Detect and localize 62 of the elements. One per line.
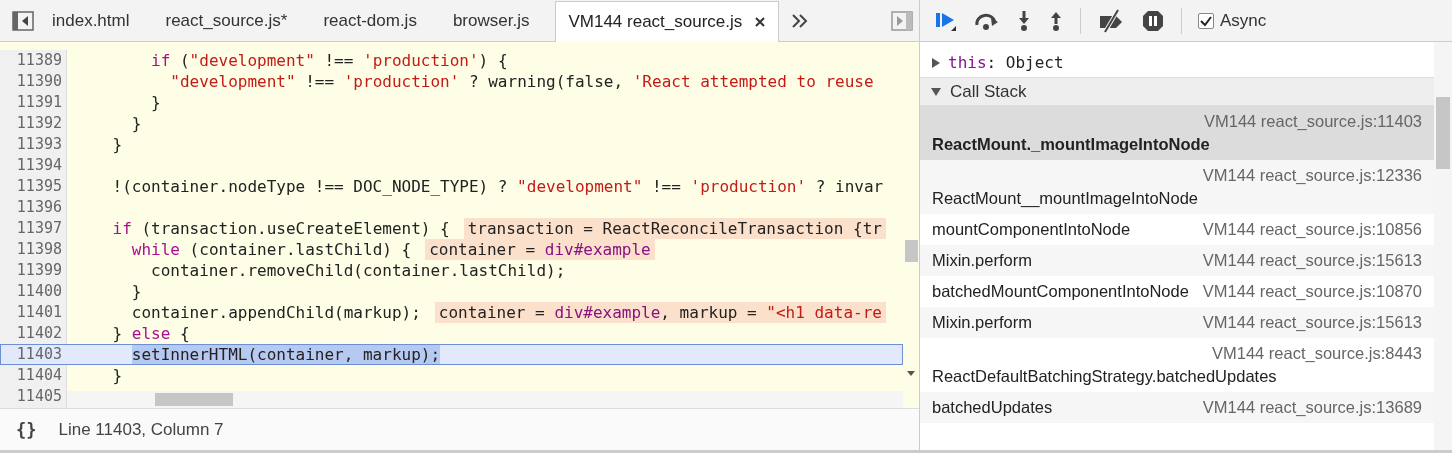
line-number: 11399: [15, 260, 63, 281]
call-frame[interactable]: VM144 react_source.js:8443 ReactDefaultBatchingStrategy.batchedUpdates: [920, 338, 1434, 392]
code-line: if (transaction.useCreateElement) {: [111, 218, 450, 239]
code-line: container.appendChild(markup);: [130, 302, 421, 323]
step-into-icon[interactable]: [1016, 9, 1032, 32]
call-frame[interactable]: batchedUpdates VM144 react_source.js:13689: [920, 392, 1434, 423]
sidebar-toggle-icon[interactable]: [891, 10, 913, 31]
call-frame[interactable]: mountComponentIntoNode VM144 react_source.js:10856: [920, 214, 1434, 245]
line-number: 11393: [15, 134, 63, 155]
scrollbar[interactable]: [1434, 42, 1452, 450]
more-tabs-icon[interactable]: [791, 12, 810, 29]
line-number: 11396: [15, 197, 63, 218]
pretty-print-button[interactable]: {}: [14, 419, 39, 440]
file-tab[interactable]: react_source.js*: [147, 0, 306, 42]
line-number: 11389: [15, 50, 63, 71]
line-number: 11402: [15, 323, 63, 344]
inline-value: container = div#example, markup = "<h1 data-re: [434, 302, 886, 323]
inline-value: container = div#example: [425, 239, 655, 260]
inline-value: transaction = ReactReconcileTransaction {tr: [463, 218, 886, 239]
checkbox-label: Async: [1220, 10, 1267, 31]
code-line: "development" !== 'production' ? warning(false, 'React attempted to reuse: [169, 71, 874, 92]
cursor-position: Line 11403, Column 7: [58, 419, 224, 440]
code-line: !(container.nodeType !== DOC_NODE_TYPE) ? "development" !== 'production' ? invar: [111, 176, 884, 197]
code-line: }: [130, 281, 142, 302]
scrollbar[interactable]: [67, 391, 903, 408]
code-line: }: [111, 134, 123, 155]
call-frame[interactable]: VM144 react_source.js:11403 ReactMount._mountImageIntoNode: [920, 106, 1434, 160]
call-frame[interactable]: VM144 react_source.js:12336 ReactMount__mountImageIntoNode: [920, 160, 1434, 214]
line-number: 11401: [15, 302, 63, 323]
code-line: while (container.lastChild) {: [130, 239, 412, 260]
async-checkbox[interactable]: [1198, 12, 1214, 29]
call-frame[interactable]: Mixin.perform VM144 react_source.js:15613: [920, 307, 1434, 338]
scope-property[interactable]: this: Object: [948, 53, 1064, 72]
line-number: 11392: [15, 113, 63, 134]
code-line: }: [150, 92, 161, 113]
file-tab[interactable]: index.html: [34, 0, 148, 42]
code-line: } else {: [111, 323, 190, 344]
close-icon[interactable]: [754, 15, 767, 28]
line-number: 11405: [15, 386, 63, 407]
line-number: 11391: [15, 92, 63, 113]
file-tab[interactable]: VM144 react_source.js: [555, 0, 780, 42]
sidebar-toggle-icon[interactable]: [12, 10, 34, 31]
line-number: 11404: [15, 365, 63, 386]
line-number: 11398: [15, 239, 63, 260]
line-number: 11395: [15, 176, 63, 197]
file-tab[interactable]: browser.js: [434, 0, 548, 42]
line-number: 11403: [15, 344, 63, 365]
section-header[interactable]: Call Stack: [920, 78, 1434, 106]
code-line: }: [130, 113, 142, 134]
line-number: 11397: [15, 218, 63, 239]
line-number: 11400: [15, 281, 63, 302]
file-tab[interactable]: react-dom.js: [305, 0, 435, 42]
deactivate-breakpoints-icon[interactable]: [1097, 8, 1125, 33]
call-frame[interactable]: batchedMountComponentIntoNode VM144 react_source.js:10870: [920, 276, 1434, 307]
code-line: container.removeChild(container.lastChild);: [150, 260, 566, 281]
line-number: 11390: [15, 71, 63, 92]
expand-triangle-icon[interactable]: [930, 56, 942, 69]
code-line: }: [111, 365, 123, 386]
call-frame[interactable]: Mixin.perform VM144 react_source.js:15613: [920, 245, 1434, 276]
pause-exceptions-icon[interactable]: [1141, 8, 1165, 33]
line-number: 11394: [15, 155, 63, 176]
code-line: if ("development" !== 'production') {: [150, 50, 508, 71]
